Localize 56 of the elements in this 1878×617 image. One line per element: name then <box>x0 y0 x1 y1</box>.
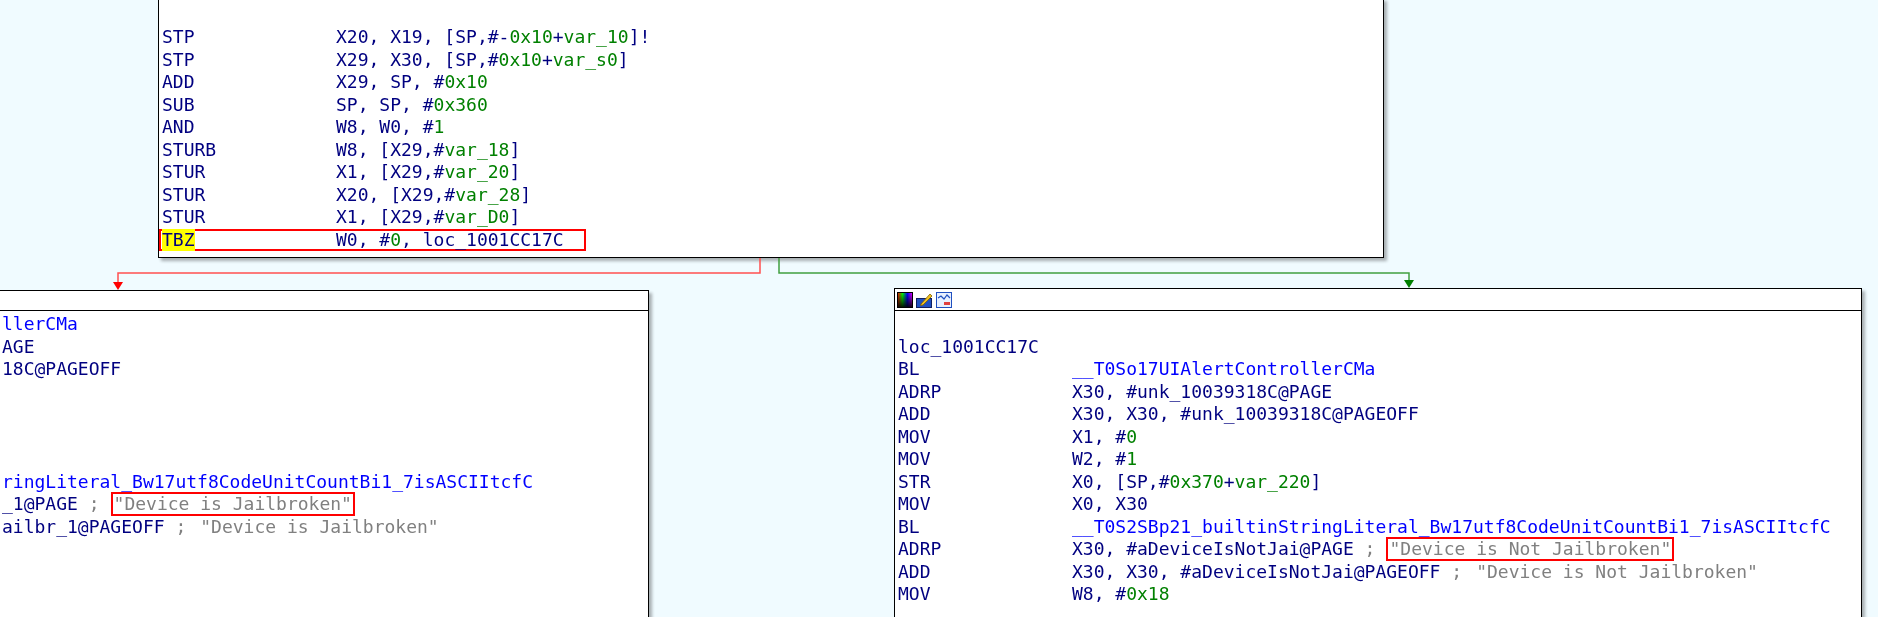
operand-text: ringLiteral_Bw17utf8CodeUnitCountBi1_7isASCIItcfC <box>2 470 533 493</box>
location-label: loc_1001CC17C <box>898 335 1039 358</box>
mnemonic-text: STURB <box>162 138 217 161</box>
mnemonic-text: STR <box>898 470 931 493</box>
mnemonic-text: MOV <box>898 448 931 471</box>
operand-text: W0, #0, loc_1001CC17C <box>336 228 564 251</box>
operand-text: AGE <box>2 335 35 358</box>
operand-text: X1, #0 <box>1072 425 1138 448</box>
operand-text: SP, SP, #0x360 <box>336 93 488 116</box>
operand-text: X20, X19, [SP,#-0x10+var_10]! <box>336 26 651 49</box>
operand-text: X29, X30, [SP,#0x10+var_s0] <box>336 48 629 71</box>
mnemonic-text: STP <box>162 48 195 71</box>
mnemonic-text: MOV <box>898 425 931 448</box>
operand-text: X1, [X29,#var_20] <box>336 161 521 184</box>
operand-text: W2, #1 <box>1072 448 1138 471</box>
operand-text: ailbr_1@PAGEOFF ; <box>2 515 187 538</box>
mnemonic-text: STUR <box>162 161 206 184</box>
operand-text: 18C@PAGEOFF <box>2 358 122 381</box>
pencil-icon[interactable] <box>916 291 933 308</box>
mnemonic-text: ADD <box>162 71 195 94</box>
mnemonic-text: SUB <box>162 93 195 116</box>
highlighted-string-comment: "Device is Jailbroken" <box>110 492 355 517</box>
operand-text: X1, [X29,#var_D0] <box>336 206 521 229</box>
operand-text: __T0So17UIAlertControllerCMa <box>1072 358 1376 381</box>
operand-text: X30, X30, #aDeviceIsNotJai@PAGEOFF ; <box>1072 560 1463 583</box>
mnemonic-text: STUR <box>162 206 206 229</box>
graph-icon[interactable] <box>936 291 952 308</box>
mnemonic-text: MOV <box>898 583 931 606</box>
mnemonic-text: MOV <box>898 493 931 516</box>
operand-text: W8, #0x18 <box>1072 583 1170 606</box>
string-comment: "Device is Not Jailbroken" <box>1475 559 1759 584</box>
operand-text: X30, X30, #unk_10039318C@PAGEOFF <box>1072 403 1419 426</box>
mnemonic-text: ADD <box>898 560 931 583</box>
operand-text: X30, #unk_10039318C@PAGE <box>1072 380 1333 403</box>
mnemonic-text: BL <box>898 515 920 538</box>
operand-text: X30, #aDeviceIsNotJai@PAGE ; <box>1072 538 1376 561</box>
operand-text: llerCMa <box>2 313 78 336</box>
mnemonic-text: AND <box>162 116 195 139</box>
mnemonic-text: ADD <box>898 403 931 426</box>
mnemonic-text: STP <box>162 26 195 49</box>
highlighted-string-comment: "Device is Not Jailbroken" <box>1386 537 1675 562</box>
operand-text: X29, SP, #0x10 <box>336 71 488 94</box>
operand-text: __T0S2SBp21_builtinStringLiteral_Bw17utf8CodeUnitCountBi1_7isASCIItcfC <box>1072 515 1831 538</box>
mnemonic-text: BL <box>898 358 920 381</box>
operand-text: X0, X30 <box>1072 493 1148 516</box>
operand-text: _1@PAGE ; <box>2 493 100 516</box>
operand-text: W8, [X29,#var_18] <box>336 138 521 161</box>
operand-text: X20, [X29,#var_28] <box>336 183 532 206</box>
operand-text: W8, W0, #1 <box>336 116 445 139</box>
mnemonic-text: ADRP <box>898 380 942 403</box>
mnemonic-text: STUR <box>162 183 206 206</box>
operand-text: X0, [SP,#0x370+var_220] <box>1072 470 1322 493</box>
string-comment: "Device is Jailbroken" <box>199 514 440 539</box>
color-palette-icon[interactable] <box>897 291 913 308</box>
mnemonic-text: ADRP <box>898 538 942 561</box>
mnemonic-text: TBZ <box>162 228 195 251</box>
